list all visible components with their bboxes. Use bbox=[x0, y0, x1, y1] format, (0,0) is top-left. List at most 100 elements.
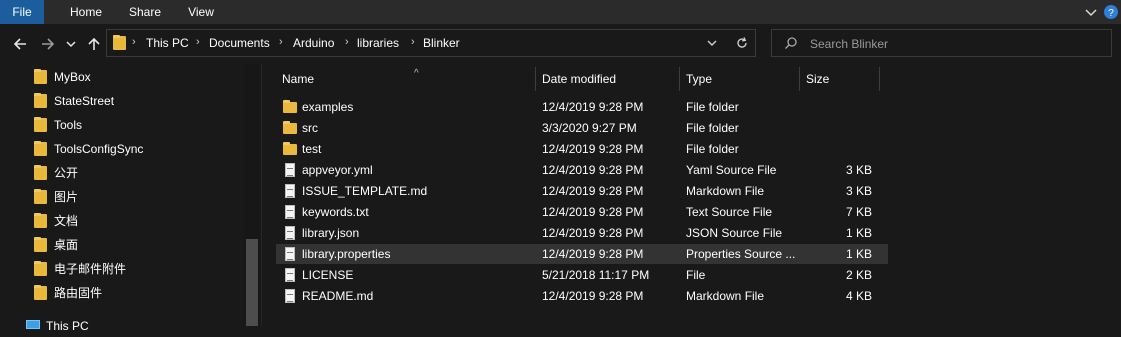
column-header-label: Name bbox=[282, 72, 315, 86]
table-row[interactable]: test 12/4/2019 9:28 PM File folder bbox=[276, 139, 888, 159]
address-dropdown-button[interactable] bbox=[705, 36, 719, 53]
table-row[interactable]: keywords.txt 12/4/2019 9:28 PM Text Sour… bbox=[276, 202, 888, 222]
sidebar-item-label: 电子邮件附件 bbox=[54, 262, 127, 276]
recent-locations-button[interactable] bbox=[64, 34, 78, 54]
table-row[interactable]: appveyor.yml 12/4/2019 9:28 PM Yaml Sour… bbox=[276, 160, 888, 180]
refresh-button[interactable] bbox=[735, 36, 749, 53]
breadcrumb-arduino[interactable]: Arduino bbox=[293, 36, 334, 50]
navigation-bar: › This PC › Documents › Arduino › librar… bbox=[0, 24, 1121, 64]
file-icon bbox=[283, 163, 297, 177]
file-date: 12/4/2019 9:28 PM bbox=[542, 184, 644, 198]
chevron-down-icon[interactable] bbox=[1083, 3, 1099, 21]
file-type: File folder bbox=[686, 142, 739, 156]
file-type: Properties Source ... bbox=[686, 247, 796, 261]
file-date: 12/4/2019 9:28 PM bbox=[542, 205, 644, 219]
chevron-down-icon bbox=[707, 40, 717, 46]
breadcrumb-this-pc[interactable]: This PC bbox=[146, 36, 189, 50]
file-date: 12/4/2019 9:28 PM bbox=[542, 100, 644, 114]
file-date: 12/4/2019 9:28 PM bbox=[542, 163, 644, 177]
sidebar-item-label: 公开 bbox=[54, 166, 79, 180]
navigation-pane: MyBox StateStreet Tools ToolsConfigSync … bbox=[0, 64, 261, 333]
computer-icon bbox=[26, 320, 40, 329]
folder-icon bbox=[34, 117, 47, 132]
table-row[interactable]: LICENSE 5/21/2018 11:17 PM File 2 KB bbox=[276, 265, 888, 285]
breadcrumb-documents[interactable]: Documents bbox=[209, 36, 270, 50]
column-header-type[interactable]: Type bbox=[680, 67, 800, 91]
address-bar[interactable]: › This PC › Documents › Arduino › librar… bbox=[106, 29, 756, 57]
file-date: 12/4/2019 9:28 PM bbox=[542, 289, 644, 303]
breadcrumb-blinker[interactable]: Blinker bbox=[423, 36, 460, 50]
file-type: Text Source File bbox=[686, 205, 773, 219]
chevron-right-icon: › bbox=[132, 36, 136, 48]
scroll-thumb[interactable] bbox=[246, 239, 258, 326]
arrow-up-icon bbox=[88, 37, 100, 50]
folder-icon bbox=[34, 189, 47, 204]
file-size: 4 KB bbox=[845, 289, 872, 303]
file-icon bbox=[283, 205, 297, 219]
file-type: Yaml Source File bbox=[686, 163, 777, 177]
table-row[interactable]: src 3/3/2020 9:27 PM File folder bbox=[276, 118, 888, 138]
table-row[interactable]: README.md 12/4/2019 9:28 PM Markdown Fil… bbox=[276, 286, 888, 306]
back-button[interactable] bbox=[10, 34, 30, 54]
file-name: library.json bbox=[302, 226, 360, 240]
folder-icon bbox=[34, 213, 47, 228]
file-icon bbox=[283, 289, 297, 303]
tab-view[interactable]: View bbox=[176, 0, 226, 24]
column-header-name[interactable]: Name ^ bbox=[276, 67, 536, 91]
forward-button[interactable] bbox=[38, 34, 58, 54]
file-date: 5/21/2018 11:17 PM bbox=[542, 268, 650, 282]
column-header-label: Date modified bbox=[542, 72, 617, 86]
file-size: 1 KB bbox=[845, 226, 872, 240]
tab-share[interactable]: Share bbox=[118, 0, 172, 24]
folder-icon bbox=[34, 165, 47, 180]
folder-icon bbox=[34, 285, 47, 300]
file-type: Markdown File bbox=[686, 289, 765, 303]
folder-icon bbox=[34, 261, 47, 276]
up-button[interactable] bbox=[84, 34, 104, 54]
file-name: keywords.txt bbox=[302, 205, 369, 219]
refresh-icon bbox=[737, 37, 747, 48]
chevron-right-icon: › bbox=[411, 36, 415, 48]
arrow-left-icon bbox=[13, 38, 26, 50]
file-date: 3/3/2020 9:27 PM bbox=[542, 121, 637, 135]
file-name: library.properties bbox=[302, 247, 391, 261]
folder-icon bbox=[34, 69, 47, 84]
svg-text:?: ? bbox=[1108, 8, 1114, 19]
file-date: 12/4/2019 9:28 PM bbox=[542, 226, 644, 240]
sidebar-item-label: 文档 bbox=[54, 214, 79, 228]
tab-file[interactable]: File bbox=[0, 0, 44, 24]
breadcrumb-libraries[interactable]: libraries bbox=[357, 36, 399, 50]
folder-icon bbox=[34, 237, 47, 252]
folder-icon bbox=[34, 93, 47, 108]
file-date: 12/4/2019 9:28 PM bbox=[542, 247, 644, 261]
file-icon bbox=[283, 226, 297, 240]
help-icon[interactable]: ? bbox=[1103, 3, 1119, 21]
file-name: test bbox=[302, 142, 322, 156]
chevron-right-icon: › bbox=[196, 36, 200, 48]
folder-icon bbox=[283, 100, 297, 114]
column-header-size[interactable]: Size bbox=[800, 67, 880, 91]
chevron-down-icon bbox=[66, 41, 76, 48]
file-size: 3 KB bbox=[845, 184, 872, 198]
sidebar-scrollbar[interactable] bbox=[244, 64, 260, 326]
column-header-date[interactable]: Date modified bbox=[536, 67, 680, 91]
folder-icon bbox=[34, 141, 47, 156]
file-list: Name ^ Date modified Type Size examples … bbox=[262, 64, 1121, 326]
folder-icon bbox=[283, 121, 297, 135]
file-name: src bbox=[302, 121, 318, 135]
search-box bbox=[771, 29, 1112, 57]
table-row[interactable]: library.json 12/4/2019 9:28 PM JSON Sour… bbox=[276, 223, 888, 243]
sidebar-item-label: 桌面 bbox=[54, 238, 79, 252]
file-name: appveyor.yml bbox=[302, 163, 373, 177]
file-size bbox=[800, 97, 872, 117]
search-input[interactable] bbox=[808, 35, 1102, 53]
file-size bbox=[800, 139, 872, 159]
column-divider[interactable] bbox=[879, 67, 880, 91]
table-row[interactable]: examples 12/4/2019 9:28 PM File folder bbox=[276, 97, 888, 117]
file-size bbox=[800, 118, 872, 138]
file-size: 7 KB bbox=[845, 205, 872, 219]
table-row-selected[interactable]: library.properties 12/4/2019 9:28 PM Pro… bbox=[276, 244, 888, 264]
file-type: Markdown File bbox=[686, 184, 765, 198]
tab-home[interactable]: Home bbox=[56, 0, 116, 24]
table-row[interactable]: ISSUE_TEMPLATE.md 12/4/2019 9:28 PM Mark… bbox=[276, 181, 888, 201]
